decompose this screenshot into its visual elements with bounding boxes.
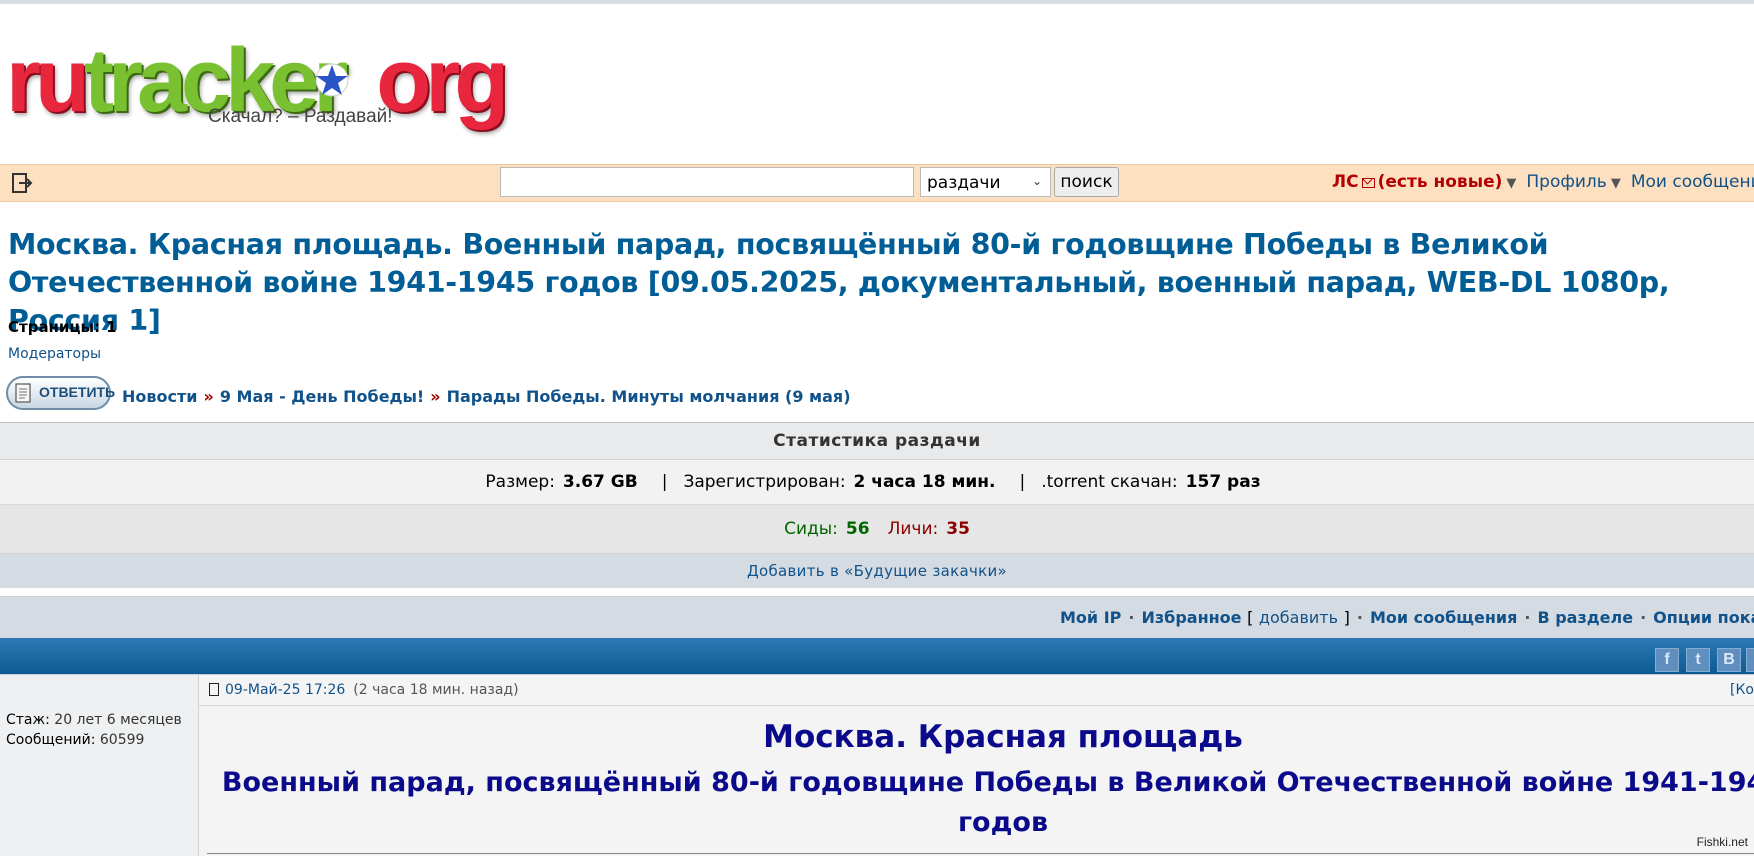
page-number: 1 [106, 318, 117, 336]
document-icon [15, 383, 31, 403]
torrent-stats-table: Статистика раздачи Размер: 3.67 GB | Зареги… [0, 422, 1754, 588]
envelope-icon [1361, 178, 1375, 188]
downloaded-label: .torrent скачан: [1041, 472, 1178, 492]
experience-value: 20 лет 6 месяцев [54, 712, 182, 728]
downloaded-value: 157 раз [1185, 472, 1261, 492]
my-messages-nav-link[interactable]: Мои сообщения [1370, 608, 1517, 627]
share-icon-partial[interactable] [1746, 648, 1754, 672]
breadcrumb-item-victory-day[interactable]: 9 Мая - День Победы! [220, 387, 424, 406]
vk-share-icon[interactable]: B [1717, 648, 1741, 672]
leechers-label: Личи: [887, 519, 939, 539]
breadcrumb-item-parades[interactable]: Парады Победы. Минуты молчания (9 мая) [447, 387, 851, 406]
moderators-link[interactable]: Модераторы [8, 346, 101, 362]
messages-count-label: Сообщений: [6, 732, 96, 748]
private-messages-link[interactable]: ЛС (есть новые) [1332, 172, 1502, 192]
in-section-link[interactable]: В разделе [1537, 608, 1633, 627]
search-bar: раздачи ⌄ поиск ЛС (есть новые) ▼ Профиль ▼ М… [0, 164, 1754, 202]
reply-button[interactable]: ОТВЕТИТЬ [6, 376, 115, 410]
search-scope-value: раздачи [927, 173, 1001, 193]
size-value: 3.67 GB [562, 472, 638, 492]
messages-count-value: 60599 [99, 732, 145, 748]
logout-icon[interactable] [10, 171, 34, 195]
post-author-panel: Стаж: 20 лет 6 месяцев Сообщений: 60599 [0, 675, 199, 856]
topic-title[interactable]: Москва. Красная площадь. Военный парад, … [8, 226, 1754, 340]
registered-value: 2 часа 18 мин. [853, 472, 996, 492]
my-ip-link[interactable]: Мой IP [1060, 608, 1121, 627]
breadcrumb-separator: » [430, 387, 441, 406]
seeds-value: 56 [845, 519, 870, 539]
top-border-line [0, 0, 1754, 4]
post-body: 09-Май-25 17:26 (2 часа 18 мин. назад) [К… [199, 675, 1754, 856]
logo-slogan: Скачал? – Раздавай! [208, 106, 393, 127]
reply-button-label: ОТВЕТИТЬ [39, 384, 116, 400]
post: Стаж: 20 лет 6 месяцев Сообщений: 60599 … [0, 674, 1754, 856]
post-icon [209, 683, 219, 696]
breadcrumb-separator: » [203, 387, 214, 406]
registered-label: Зарегистрирован: [683, 472, 846, 492]
pages-label: Страницы: [8, 318, 101, 336]
dropdown-triangle-icon[interactable]: ▼ [1506, 176, 1516, 191]
star-icon [315, 63, 349, 97]
breadcrumb: Новости » 9 Мая - День Победы! » Парады Побе… [122, 387, 851, 406]
topic-nav-links: Мой IP · Избранное [ добавить ] · Мои сообще… [1060, 608, 1754, 627]
search-scope-select[interactable]: раздачи ⌄ [920, 167, 1051, 197]
post-meta: 09-Май-25 17:26 (2 часа 18 мин. назад) [К… [199, 675, 1754, 706]
dropdown-triangle-icon[interactable]: ▼ [1611, 176, 1621, 191]
search-input[interactable] [500, 167, 914, 197]
stats-header: Статистика раздачи [0, 423, 1754, 460]
divider: | [661, 472, 668, 492]
post-date-link[interactable]: 09-Май-25 17:26 [225, 682, 345, 698]
stats-info-row: Размер: 3.67 GB | Зарегистрирован: 2 часа 18… [0, 460, 1754, 505]
profile-link[interactable]: Профиль [1526, 172, 1606, 192]
size-label: Размер: [485, 472, 555, 492]
twitter-share-icon[interactable]: t [1686, 648, 1710, 672]
topic-nav-row: Мой IP · Избранное [ добавить ] · Мои сообще… [0, 596, 1754, 639]
search-button[interactable]: поиск [1054, 167, 1119, 197]
watermark: Fishki.net [1696, 835, 1748, 849]
facebook-share-icon[interactable]: f [1655, 648, 1679, 672]
breadcrumb-item-news[interactable]: Новости [122, 387, 197, 406]
stats-peers-row: Сиды: 56 Личи: 35 [0, 505, 1754, 554]
divider [207, 853, 1754, 854]
post-age: (2 часа 18 мин. назад) [353, 682, 519, 698]
pagination: Страницы: 1 [8, 318, 117, 336]
post-subheading: Военный парад, посвящённый 80-й годовщин… [221, 767, 1754, 838]
leechers-value: 35 [946, 519, 970, 539]
experience-label: Стаж: [6, 712, 50, 728]
favorites-link[interactable]: Избранное [1141, 608, 1241, 627]
user-links: ЛС(есть новые) ▼ Профиль ▼ Мои сообщения [1332, 172, 1754, 192]
rutracker-logo[interactable]: rutracker org Скачал? – Раздавай! [6, 36, 509, 136]
seeds-label: Сиды: [784, 519, 838, 539]
author-stats: Стаж: 20 лет 6 месяцев Сообщений: 60599 [6, 710, 182, 750]
display-options-link[interactable]: Опции показа [1653, 608, 1754, 627]
quote-link[interactable]: [Ко [1730, 675, 1754, 705]
divider: | [1019, 472, 1026, 492]
chevron-down-icon: ⌄ [1031, 174, 1042, 188]
add-to-future-downloads-link[interactable]: Добавить в «Будущие закачки» [0, 554, 1754, 588]
add-favorite-link[interactable]: добавить [1259, 608, 1338, 627]
my-messages-link[interactable]: Мои сообщения [1631, 172, 1754, 192]
post-heading: Москва. Красная площадь [763, 719, 1243, 755]
post-header-band: f t B [0, 638, 1754, 674]
